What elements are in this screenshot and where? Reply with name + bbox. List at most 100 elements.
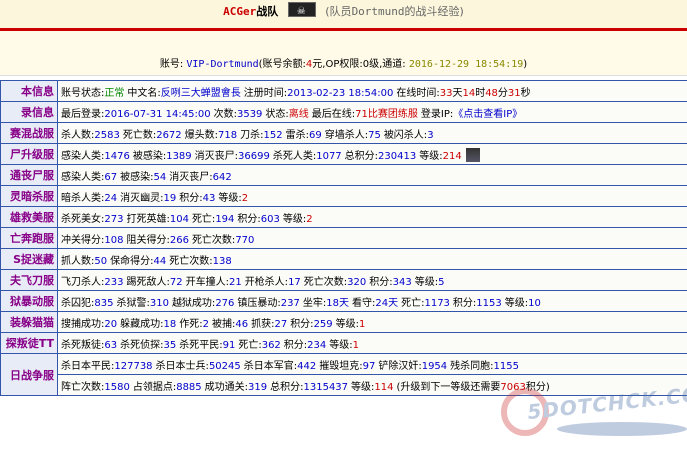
stat-key: 穿墙杀人: <box>324 129 369 141</box>
stat-key: 积分: <box>179 192 203 204</box>
stat-key: 杀死人类: <box>272 150 317 162</box>
online-days: 33 <box>439 87 453 99</box>
stat-key: 抓人数: <box>61 255 95 267</box>
server-label: S捉迷藏 <box>0 248 58 270</box>
stat-cell: 杀人数:2583 死亡数:2672 爆头数:718 刀杀:152 雷杀:69 穿墙杀人:7… <box>57 122 687 144</box>
stat-key: 作死: <box>179 318 203 330</box>
table-row: 装躲猫猫 搜捕成功:20 躲藏成功:18 作死:2 被捕:46 抓获:27 积分:259 等级… <box>0 311 687 333</box>
balance-unit: 元,OP权限: <box>312 59 363 70</box>
stat-value: 97 <box>362 360 376 372</box>
stat-key: 看守: <box>351 297 376 309</box>
stat-value: 1155 <box>493 360 519 372</box>
stat-value: 24天 <box>375 297 399 309</box>
title-bar: ACGer战队 (队员Dortmund的战斗经验) <box>0 0 687 28</box>
table-row: 日战争服 杀日本平民:127738 杀日本士兵:50245 杀日本军官:442 摧毁坦克… <box>0 353 687 396</box>
stat-key: 杀死叛徒: <box>61 339 105 351</box>
stat-value: 1077 <box>316 150 342 162</box>
stat-key: 被闪杀人: <box>383 129 428 141</box>
stat-key: 杀囚犯: <box>61 297 95 309</box>
unit: 时 <box>475 87 486 99</box>
stat-key: 保命得分: <box>110 255 154 267</box>
stat-value: 54 <box>153 171 167 183</box>
stat-cell: 飞刀杀人:233 踢死敌人:72 开车撞人:21 开枪杀人:17 死亡次数:320 积分:… <box>57 269 687 291</box>
level-label: 等级: <box>282 213 307 225</box>
account-name: VIP-Dortmund <box>186 59 259 70</box>
stat-value: 21 <box>228 276 242 288</box>
server-label: 尸升级服 <box>0 143 58 165</box>
pirate-flag-icon <box>287 0 316 24</box>
stat-cell: 杀囚犯:835 杀狱警:310 越狱成功:276 镇压暴动:237 坐牢:18天 看守:2… <box>57 290 687 312</box>
stat-cell: 最后登录:2016-07-31 14:45:00 次数:3539 状态:离线 最后在线… <box>57 101 687 123</box>
online-mins: 48 <box>485 87 498 99</box>
team-suffix: 战队 <box>256 5 279 18</box>
stat-key: 阵亡次数: <box>61 381 105 393</box>
stat-key: 爆头数: <box>184 129 219 141</box>
stat-key: 等级: <box>504 297 529 309</box>
account-bar: 账号: VIP-Dortmund(账号余额:4元,OP权限:0级,通道: 201… <box>0 31 687 76</box>
team-name: ACGer <box>223 5 257 18</box>
table-row: 亡奔跑服 冲关得分:108 阻关得分:266 死亡次数:770 <box>0 227 687 249</box>
level-label: 等级: <box>419 150 443 162</box>
stat-value: 104 <box>169 213 189 225</box>
stat-cell: 抓人数:50 保命得分:44 死亡次数:138 <box>57 248 687 270</box>
stat-value: 18 <box>163 318 177 330</box>
stats-table: 本信息 账号状态:正常 中文名:反咧三大蝉盟會長 注册时间:2013-02-23 18… <box>0 80 687 396</box>
stat-key: 消灭丧尸: <box>194 150 239 162</box>
stat-key: 杀死侦探: <box>120 339 164 351</box>
stat-cell: 感染人类:1476 被感染:1389 消灭丧尸:36699 杀死人类:1077 总积分:… <box>57 143 687 165</box>
stat-cell: 杀日本平民:127738 杀日本士兵:50245 杀日本军官:442 摧毁坦克:97 铲… <box>57 353 687 375</box>
stat-key: 暗杀人类: <box>61 192 105 204</box>
level-label: 等级: <box>329 339 353 351</box>
stat-value: 19 <box>163 192 177 204</box>
stat-key: 杀日本军官: <box>243 360 298 372</box>
stat-value: 75 <box>368 129 381 141</box>
stat-key: 搜捕成功: <box>61 318 105 330</box>
view-ip-link[interactable]: 《点击查看IP》 <box>453 109 522 120</box>
account-label: 账号: <box>159 59 184 70</box>
server-label: 日战争服 <box>0 353 58 396</box>
stat-key: 感染人类: <box>61 150 105 162</box>
level-value: 214 <box>442 150 462 162</box>
account-close: ) <box>523 59 528 70</box>
stat-value: 2583 <box>94 129 120 141</box>
stat-cell: 杀死美女:273 打死英雄:104 死亡:194 积分:603 等级:2 <box>57 206 687 228</box>
stat-cell: 冲关得分:108 阻关得分:266 死亡次数:770 <box>57 227 687 249</box>
stat-cell: 阵亡次数:1580 占领据点:8885 成功通关:319 总积分:1315437 等级:… <box>57 374 687 396</box>
stat-cell: 搜捕成功:20 躲藏成功:18 作死:2 被捕:46 抓获:27 积分:259 等级:1 <box>57 311 687 333</box>
stat-cell: 暗杀人类:24 消灭幽灵:19 积分:43 等级:2 <box>57 185 687 207</box>
stat-key: 飞刀杀人: <box>61 276 105 288</box>
stat-key: 杀死美女: <box>61 213 105 225</box>
server-label: 亡奔跑服 <box>0 227 58 249</box>
stat-cell: 账号状态:正常 中文名:反咧三大蝉盟會長 注册时间:2013-02-23 18:54… <box>57 80 687 102</box>
table-row: 探叛徒TT 杀死叛徒:63 杀死侦探:35 杀死平民:91 死亡:362 积分:234 等级… <box>0 332 687 354</box>
stat-key: 消灭丧尸: <box>169 171 213 183</box>
stat-value: 259 <box>313 318 333 330</box>
stat-value: 276 <box>215 297 235 309</box>
stat-key: 积分: <box>452 297 477 309</box>
table-row: 通丧尸服 感染人类:67 被感染:54 消灭丧尸:642 <box>0 164 687 186</box>
label-text: 次数: <box>213 108 237 120</box>
stat-key: 阻关得分: <box>126 234 170 246</box>
stat-key: 踢死敌人: <box>126 276 170 288</box>
stat-key: 铲除汉奸: <box>378 360 422 372</box>
server-label: 狱暴动服 <box>0 290 58 312</box>
stat-value: 2 <box>202 318 209 330</box>
avatar <box>465 147 480 162</box>
account-time: 2016-12-29 18:54:19 <box>408 59 524 70</box>
stat-value: 1389 <box>166 150 192 162</box>
stat-value: 36699 <box>238 150 270 162</box>
level-value: 2 <box>241 192 249 204</box>
last-server: 71比赛团练服 <box>355 108 418 120</box>
stat-key: 死亡: <box>238 339 262 351</box>
balance-prefix: (账号余额: <box>258 59 306 70</box>
stat-value: 1954 <box>421 360 448 372</box>
stat-key: 被感染: <box>120 171 154 183</box>
upgrade-suffix: 积分) <box>525 381 550 393</box>
stat-key: 杀狱警: <box>116 297 150 309</box>
stat-key: 被捕: <box>211 318 236 330</box>
stat-value: 72 <box>169 276 183 288</box>
stat-value: 46 <box>235 318 249 330</box>
stat-key: 消灭幽灵: <box>120 192 164 204</box>
stat-value: 152 <box>263 129 283 141</box>
stat-key: 杀死平民: <box>179 339 223 351</box>
